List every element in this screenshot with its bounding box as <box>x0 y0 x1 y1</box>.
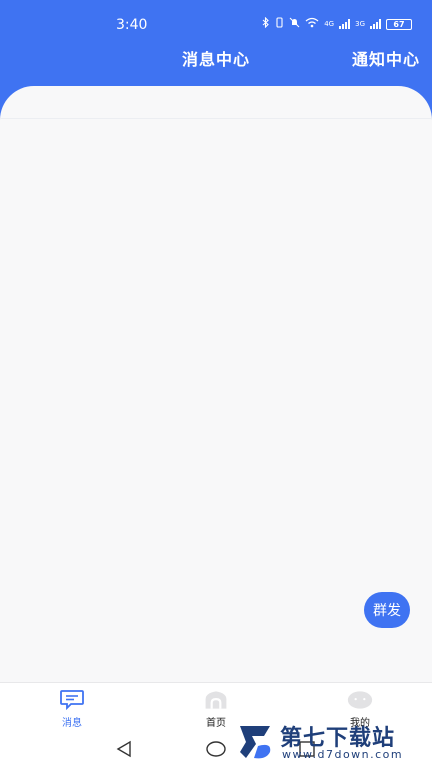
network-type-4g: 4G <box>324 20 335 28</box>
profile-icon <box>347 689 373 711</box>
watermark-url: www.d7down.com <box>282 748 404 761</box>
status-time: 3:40 <box>116 17 148 33</box>
home-nav-icon[interactable] <box>205 739 227 759</box>
divider <box>0 118 432 119</box>
tab-label: 消息 <box>62 718 82 729</box>
tab-messages[interactable]: 消息 <box>37 689 107 729</box>
signal-icon <box>339 19 351 29</box>
message-icon <box>59 689 85 711</box>
status-icons: 4G 3G 67 <box>262 16 412 31</box>
vibrate-icon <box>275 17 284 31</box>
battery-icon: 67 <box>386 18 412 30</box>
broadcast-button[interactable]: 群发 <box>364 592 410 628</box>
bluetooth-icon <box>262 16 270 31</box>
message-list-area <box>0 86 432 682</box>
watermark-logo-icon <box>236 722 276 766</box>
mute-icon <box>289 17 300 31</box>
notification-center-button[interactable]: 通知中心 <box>352 46 420 70</box>
back-icon[interactable] <box>113 739 135 759</box>
tab-label: 首页 <box>206 718 226 729</box>
status-bar: 3:40 4G 3G 67 <box>0 0 432 34</box>
title-row: 消息中心 通知中心 <box>0 44 432 70</box>
watermark: 第七下载站 www.d7down.com <box>236 718 426 766</box>
wifi-icon <box>305 17 319 31</box>
home-icon <box>203 689 229 711</box>
network-type-3g: 3G <box>355 20 365 28</box>
signal-icon-2 <box>370 19 381 29</box>
